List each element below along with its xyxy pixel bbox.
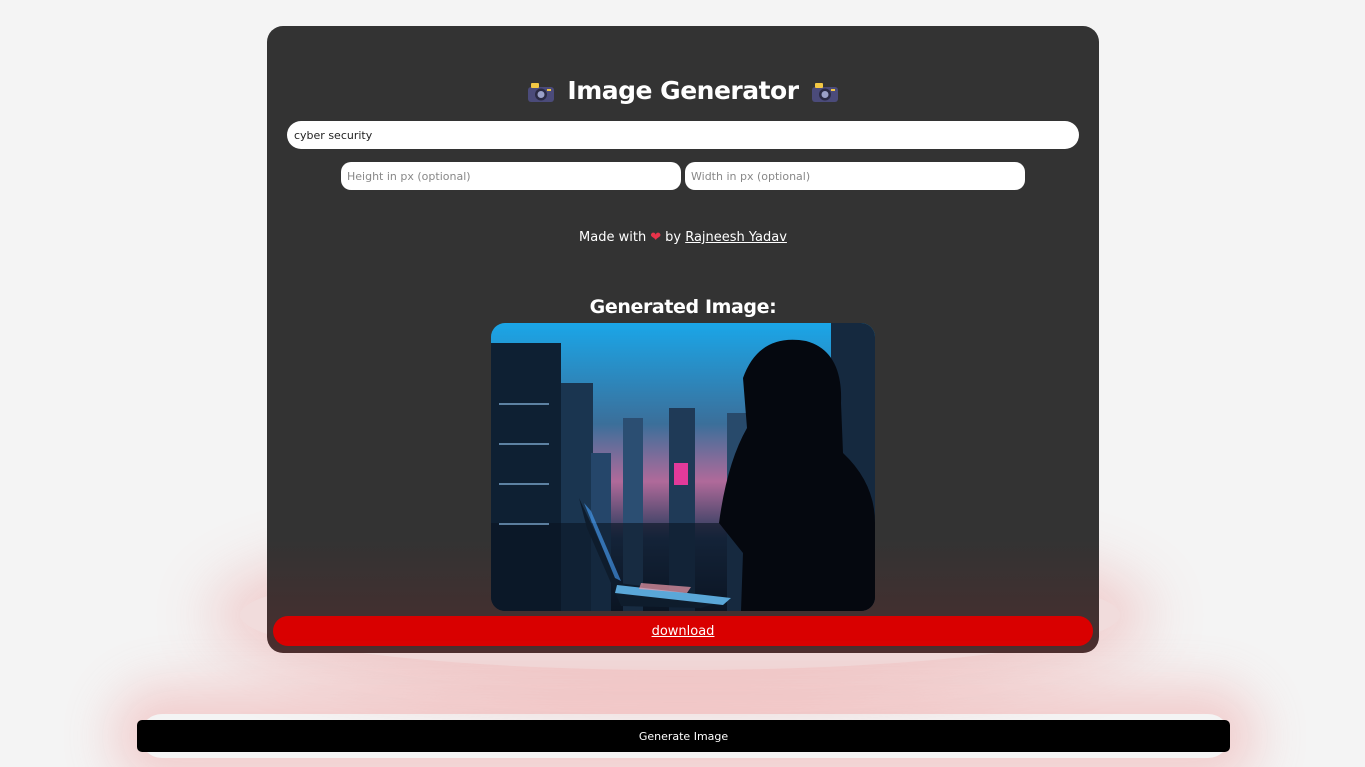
generated-image-heading: Generated Image: (589, 296, 777, 318)
author-link[interactable]: Rajneesh Yadav (685, 230, 787, 245)
credit-by: by (665, 230, 682, 245)
heart-icon: ❤ (650, 230, 662, 245)
credit-prefix: Made with (579, 230, 647, 245)
download-button[interactable]: download (273, 616, 1093, 646)
height-input[interactable] (341, 162, 681, 190)
camera-icon (528, 83, 555, 102)
generated-image (491, 323, 875, 611)
camera-icon (811, 83, 838, 102)
title-text: Image Generator (567, 76, 799, 105)
generate-image-button[interactable]: Generate Image (137, 720, 1230, 752)
credit-line: Made with ❤ by Rajneesh Yadav (267, 230, 1099, 245)
generated-image-graphic (491, 323, 875, 611)
prompt-input[interactable] (287, 121, 1079, 149)
page-title: Image Generator (267, 76, 1099, 105)
width-input[interactable] (685, 162, 1025, 190)
